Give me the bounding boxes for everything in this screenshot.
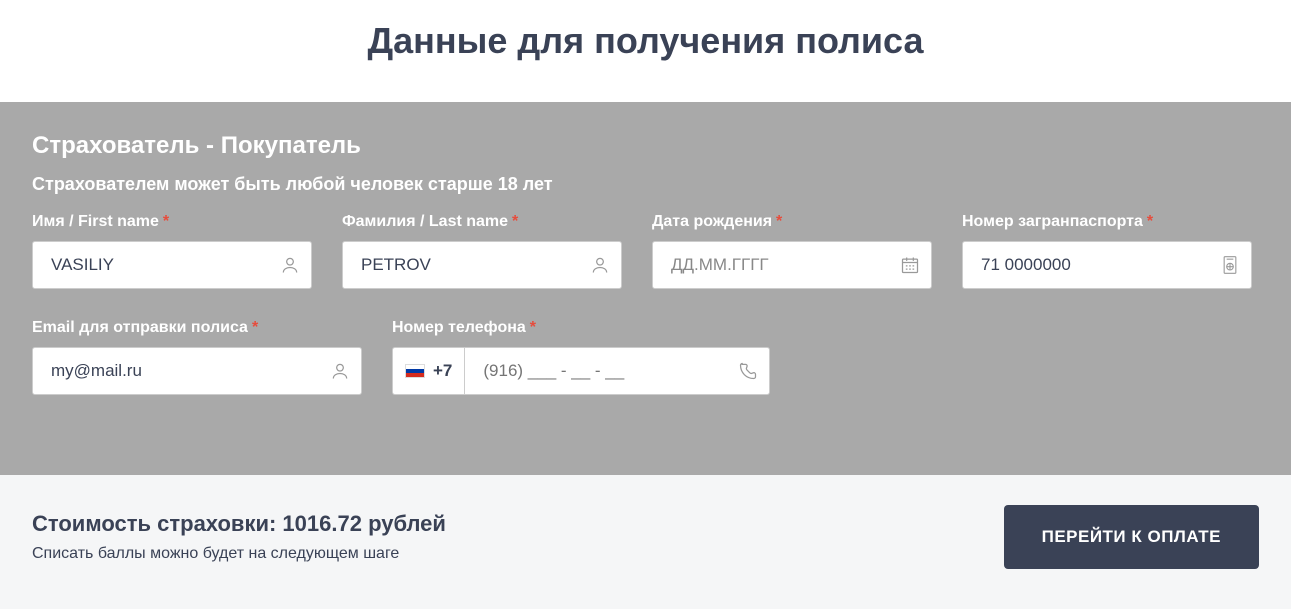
first-name-field-group: Имя / First name* [32, 213, 312, 289]
phone-label: Номер телефона* [392, 319, 770, 337]
birth-date-input[interactable] [671, 255, 899, 275]
calendar-icon [899, 254, 921, 276]
required-mark: * [1147, 213, 1153, 230]
phone-group: +7 [392, 347, 770, 395]
last-name-field-group: Фамилия / Last name* [342, 213, 622, 289]
required-mark: * [530, 319, 536, 336]
passport-label: Номер загранпаспорта* [962, 213, 1252, 231]
email-field-group: Email для отправки полиса* [32, 319, 362, 395]
phone-input[interactable] [483, 361, 737, 381]
phone-icon [737, 360, 759, 382]
required-mark: * [252, 319, 258, 336]
section-subtitle: Страхователем может быть любой человек с… [32, 174, 1259, 195]
passport-field-group: Номер загранпаспорта* [962, 213, 1252, 289]
phone-field-group: Номер телефона* +7 [392, 319, 770, 395]
page-title: Данные для получения полиса [0, 0, 1291, 102]
cost-block: Стоимость страховки: 1016.72 рублей Спис… [32, 511, 446, 563]
required-mark: * [776, 213, 782, 230]
section-title: Страхователь - Покупатель [32, 132, 1259, 160]
first-name-input-wrap[interactable] [32, 241, 312, 289]
person-icon [589, 254, 611, 276]
footer-bar: Стоимость страховки: 1016.72 рублей Спис… [0, 475, 1291, 609]
birth-date-input-wrap[interactable] [652, 241, 932, 289]
passport-input[interactable] [981, 255, 1219, 275]
birth-date-label: Дата рождения* [652, 213, 932, 231]
phone-input-wrap[interactable] [464, 347, 770, 395]
person-icon [279, 254, 301, 276]
cost-line: Стоимость страховки: 1016.72 рублей [32, 511, 446, 537]
last-name-input[interactable] [361, 255, 589, 275]
cost-value: 1016.72 [282, 511, 362, 536]
first-name-label: Имя / First name* [32, 213, 312, 231]
phone-country-selector[interactable]: +7 [392, 347, 464, 395]
insurant-section: Страхователь - Покупатель Страхователем … [0, 102, 1291, 475]
passport-icon [1219, 254, 1241, 276]
points-note: Списать баллы можно будет на следующем ш… [32, 545, 446, 563]
flag-ru-icon [405, 364, 425, 378]
person-icon [329, 360, 351, 382]
email-input-wrap[interactable] [32, 347, 362, 395]
required-mark: * [512, 213, 518, 230]
first-name-input[interactable] [51, 255, 279, 275]
last-name-input-wrap[interactable] [342, 241, 622, 289]
phone-code: +7 [433, 361, 452, 381]
proceed-to-payment-button[interactable]: ПЕРЕЙТИ К ОПЛАТЕ [1004, 505, 1259, 569]
passport-input-wrap[interactable] [962, 241, 1252, 289]
last-name-label: Фамилия / Last name* [342, 213, 622, 231]
required-mark: * [163, 213, 169, 230]
email-label: Email для отправки полиса* [32, 319, 362, 337]
email-input[interactable] [51, 361, 329, 381]
birth-date-field-group: Дата рождения* [652, 213, 932, 289]
